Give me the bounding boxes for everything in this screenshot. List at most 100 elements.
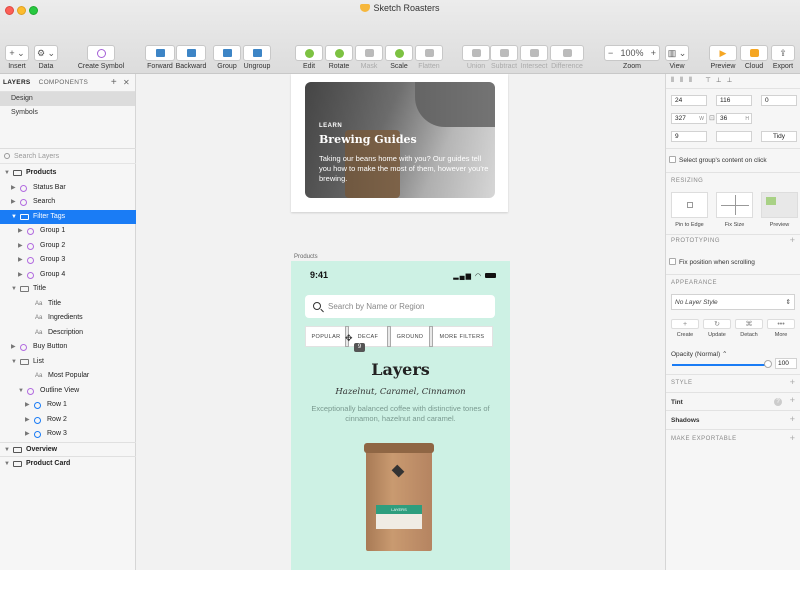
layer-row[interactable]: ▼ Outline View — [0, 384, 136, 399]
products-artboard[interactable]: 9:41 ▂▄▆ ◠ Search by Name or Region POPU… — [291, 261, 510, 570]
layer-row[interactable]: ▶ Row 1 — [0, 398, 136, 413]
layer-row[interactable]: ▼ Overview — [0, 441, 136, 458]
filter-more[interactable]: MORE FILTERS — [431, 326, 493, 347]
y-field[interactable]: 116 — [716, 95, 752, 106]
disclosure-closed-icon[interactable]: ▶ — [18, 224, 23, 239]
disclosure-open-icon[interactable]: ▼ — [4, 443, 10, 458]
tab-components[interactable]: COMPONENTS — [39, 79, 89, 86]
selection-handle[interactable] — [429, 326, 433, 347]
zoom-in-button[interactable]: + — [651, 48, 656, 58]
layer-row[interactable]: ▶ Group 4 — [0, 268, 136, 283]
disclosure-open-icon[interactable]: ▼ — [11, 210, 17, 225]
detach-style-button[interactable]: ⌘ — [735, 319, 763, 329]
layer-row[interactable]: Aa Ingredients — [0, 311, 136, 326]
add-shadow-icon[interactable]: + — [790, 414, 795, 424]
opacity-field[interactable]: 100 — [775, 358, 797, 369]
canvas[interactable]: LEARN Brewing Guides Taking our beans ho… — [137, 74, 664, 570]
layer-row[interactable]: ▼ List — [0, 355, 136, 370]
layer-row[interactable]: ▶ Search — [0, 195, 136, 210]
add-prototyping-icon[interactable]: + — [790, 235, 795, 245]
disclosure-closed-icon[interactable]: ▶ — [18, 239, 23, 254]
cloud-button[interactable] — [740, 45, 768, 61]
layer-search[interactable]: Search Layers — [0, 148, 136, 164]
fix-size-control[interactable] — [716, 192, 753, 218]
create-style-button[interactable]: + — [671, 319, 699, 329]
tidy-button[interactable]: Tidy — [761, 131, 797, 142]
mask-button[interactable] — [355, 45, 383, 61]
disclosure-closed-icon[interactable]: ▶ — [18, 253, 23, 268]
disclosure-closed-icon[interactable]: ▶ — [11, 340, 16, 355]
export-button[interactable]: ⇪ — [771, 45, 795, 61]
pin-to-edge-control[interactable] — [671, 192, 708, 218]
disclosure-open-icon[interactable]: ▼ — [11, 355, 17, 370]
group-button[interactable] — [213, 45, 241, 61]
disclosure-open-icon[interactable]: ▼ — [4, 457, 10, 472]
layer-row[interactable]: ▶ Row 3 — [0, 427, 136, 442]
width-field[interactable]: 327 W — [671, 113, 707, 124]
opacity-slider-knob[interactable] — [764, 360, 772, 368]
disclosure-closed-icon[interactable]: ▶ — [11, 181, 16, 196]
subtract-button[interactable] — [490, 45, 518, 61]
disclosure-closed-icon[interactable]: ▶ — [11, 195, 16, 210]
layer-row[interactable]: ▼ Filter Tags — [0, 209, 136, 225]
add-page-icon[interactable]: + — [111, 77, 117, 88]
intersect-button[interactable] — [520, 45, 548, 61]
preview-button[interactable]: ▶ — [709, 45, 737, 61]
zoom-control[interactable]: − 100% + — [604, 45, 660, 61]
add-export-icon[interactable]: + — [790, 433, 795, 443]
disclosure-closed-icon[interactable]: ▶ — [18, 268, 23, 283]
lock-icon[interactable]: ⊡ — [709, 114, 715, 122]
layer-row[interactable]: ▶ Row 2 — [0, 413, 136, 428]
view-button[interactable]: ▥ ⌄ — [665, 45, 689, 61]
scale-button[interactable] — [385, 45, 413, 61]
layer-row[interactable]: ▶ Group 2 — [0, 239, 136, 254]
page-design[interactable]: Design — [0, 92, 135, 106]
add-style-icon[interactable]: + — [790, 377, 795, 387]
difference-button[interactable] — [550, 45, 584, 61]
data-button[interactable]: ⚙ ⌄ — [34, 45, 58, 61]
layer-row[interactable]: ▶ Buy Button — [0, 340, 136, 355]
disclosure-closed-icon[interactable]: ▶ — [25, 398, 30, 413]
add-tint-icon[interactable]: + — [790, 395, 795, 405]
disclosure-open-icon[interactable]: ▼ — [4, 166, 10, 181]
layer-row[interactable]: Aa Description — [0, 326, 136, 341]
layer-row[interactable]: ▶ Group 1 — [0, 224, 136, 239]
x-field[interactable]: 24 — [671, 95, 707, 106]
union-button[interactable] — [462, 45, 490, 61]
layer-row[interactable]: ▼ Title — [0, 282, 136, 297]
more-style-button[interactable]: ••• — [767, 319, 795, 329]
padding-field[interactable] — [716, 131, 752, 142]
forward-button[interactable] — [145, 45, 175, 61]
help-icon[interactable]: ? — [774, 398, 782, 406]
disclosure-open-icon[interactable]: ▼ — [18, 384, 24, 399]
fix-position-checkbox[interactable]: Fix position when scrolling — [669, 258, 755, 266]
selection-handle[interactable] — [387, 326, 391, 347]
layer-row[interactable]: ▼ Products — [0, 166, 136, 181]
opacity-slider[interactable] — [672, 364, 768, 366]
ungroup-button[interactable] — [243, 45, 271, 61]
rotate-button[interactable] — [325, 45, 353, 61]
layer-row[interactable]: Aa Most Popular — [0, 369, 136, 384]
tab-layers[interactable]: LAYERS — [3, 79, 31, 86]
update-style-button[interactable]: ↻ — [703, 319, 731, 329]
align-icons[interactable]: ⫴⫴⫴ ⊤⊥⊥ — [671, 77, 738, 85]
rotation-field[interactable]: 0 — [761, 95, 797, 106]
layer-row[interactable]: ▶ Group 3 — [0, 253, 136, 268]
layer-row[interactable]: ▼ Product Card — [0, 456, 136, 471]
disclosure-open-icon[interactable]: ▼ — [11, 282, 17, 297]
product-search-input[interactable]: Search by Name or Region — [305, 295, 495, 318]
disclosure-closed-icon[interactable]: ▶ — [25, 427, 30, 442]
height-field[interactable]: 36 H — [716, 113, 752, 124]
layer-row[interactable]: ▶ Status Bar — [0, 181, 136, 196]
spacing-field[interactable]: 9 — [671, 131, 707, 142]
edit-button[interactable] — [295, 45, 323, 61]
backward-button[interactable] — [176, 45, 206, 61]
layer-row[interactable]: Aa Title — [0, 297, 136, 312]
collapse-pages-icon[interactable]: ✕ — [123, 78, 130, 87]
flatten-button[interactable] — [415, 45, 443, 61]
select-content-checkbox[interactable]: Select group's content on click — [669, 156, 767, 164]
insert-button[interactable]: + ⌄ — [5, 45, 29, 61]
artboard-label[interactable]: Products — [294, 254, 318, 260]
filter-popular[interactable]: POPULAR — [305, 326, 347, 347]
page-symbols[interactable]: Symbols — [0, 106, 135, 120]
